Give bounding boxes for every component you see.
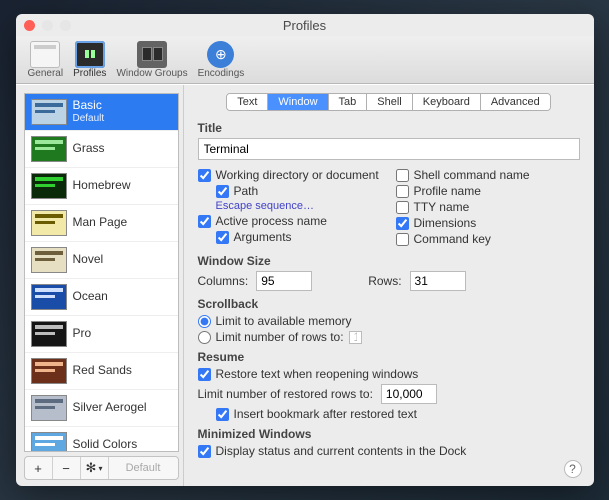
profile-thumb-icon	[31, 210, 67, 236]
title-input[interactable]	[198, 138, 580, 160]
profile-item-man-page[interactable]: Man Page	[25, 205, 178, 242]
profile-item-ocean[interactable]: Ocean	[25, 279, 178, 316]
preferences-window: Profiles General Profiles Window Groups …	[16, 14, 594, 486]
chk-shell-command[interactable]: Shell command name	[396, 168, 580, 182]
profile-item-basic[interactable]: BasicDefault	[25, 94, 178, 131]
profile-label: Novel	[73, 253, 104, 267]
chk-path[interactable]: Path	[216, 184, 382, 198]
profile-sublabel: Default	[73, 113, 105, 125]
profiles-icon	[75, 41, 105, 68]
chk-restore-text[interactable]: Restore text when reopening windows	[198, 367, 580, 381]
section-heading-window-size: Window Size	[198, 254, 580, 268]
toolbar-encodings[interactable]: ⊕ Encodings	[194, 39, 249, 81]
chk-command-key[interactable]: Command key	[396, 232, 580, 246]
toolbar-label: Window Groups	[116, 68, 187, 79]
profile-item-pro[interactable]: Pro	[25, 316, 178, 353]
escape-sequence-link[interactable]: Escape sequence…	[216, 200, 382, 212]
profile-label: Grass	[73, 142, 105, 156]
tab-shell[interactable]: Shell	[367, 94, 412, 110]
profile-label: Solid Colors	[73, 438, 138, 452]
profile-thumb-icon	[31, 136, 67, 162]
tab-text[interactable]: Text	[227, 94, 268, 110]
section-heading-minimized: Minimized Windows	[198, 427, 580, 441]
profile-tabs: TextWindowTabShellKeyboardAdvanced	[198, 93, 580, 111]
chk-profile-name[interactable]: Profile name	[396, 184, 580, 198]
profile-thumb-icon	[31, 247, 67, 273]
profile-label: Ocean	[73, 290, 108, 304]
chk-dock-status[interactable]: Display status and current contents in t…	[198, 444, 580, 458]
chk-active-process[interactable]: Active process name	[198, 214, 382, 228]
radio-limit-memory[interactable]: Limit to available memory	[198, 314, 580, 328]
toolbar-label: Encodings	[198, 68, 245, 79]
profile-label: BasicDefault	[73, 99, 105, 124]
profile-item-homebrew[interactable]: Homebrew	[25, 168, 178, 205]
profile-label: Man Page	[73, 216, 128, 230]
chk-dimensions[interactable]: Dimensions	[396, 216, 580, 230]
toolbar-label: Profiles	[73, 68, 106, 79]
set-default-button[interactable]: Default	[109, 457, 178, 479]
tab-segment: TextWindowTabShellKeyboardAdvanced	[226, 93, 551, 111]
section-heading-title: Title	[198, 121, 580, 135]
rows-label: Rows:	[368, 274, 401, 288]
profile-thumb-icon	[31, 358, 67, 384]
profile-thumb-icon	[31, 321, 67, 347]
profile-label: Homebrew	[73, 179, 131, 193]
profile-item-grass[interactable]: Grass	[25, 131, 178, 168]
profile-item-solid-colors[interactable]: Solid Colors	[25, 427, 178, 452]
globe-icon: ⊕	[207, 41, 234, 68]
tab-tab[interactable]: Tab	[329, 94, 368, 110]
profile-thumb-icon	[31, 395, 67, 421]
toolbar-profiles[interactable]: Profiles	[69, 39, 110, 81]
toolbar-general[interactable]: General	[24, 39, 68, 81]
preferences-toolbar: General Profiles Window Groups ⊕ Encodin…	[16, 36, 594, 84]
remove-profile-button[interactable]: −	[53, 457, 81, 479]
section-heading-resume: Resume	[198, 350, 580, 364]
columns-label: Columns:	[198, 274, 249, 288]
tab-window[interactable]: Window	[268, 94, 328, 110]
profile-label: Silver Aerogel	[73, 401, 147, 415]
sidebar: BasicDefault Grass Homebrew Man Page Novel Oc…	[16, 85, 184, 486]
window-title: Profiles	[16, 18, 594, 33]
main-panel: TextWindowTabShellKeyboardAdvanced Title…	[184, 85, 594, 486]
profile-item-red-sands[interactable]: Red Sands	[25, 353, 178, 390]
profile-label: Pro	[73, 327, 92, 341]
tab-advanced[interactable]: Advanced	[481, 94, 550, 110]
toolbar-label: General	[28, 68, 64, 79]
chk-arguments[interactable]: Arguments	[216, 230, 382, 244]
titlebar[interactable]: Profiles	[16, 14, 594, 36]
scrollback-rows-input	[349, 331, 362, 344]
content: BasicDefault Grass Homebrew Man Page Novel Oc…	[16, 84, 594, 486]
profile-thumb-icon	[31, 284, 67, 310]
profile-actions-menu[interactable]: ✻	[81, 457, 109, 479]
window-groups-icon	[137, 41, 167, 68]
toolbar-window-groups[interactable]: Window Groups	[112, 39, 191, 81]
profile-thumb-icon	[31, 432, 67, 452]
profile-thumb-icon	[31, 99, 67, 125]
section-heading-scrollback: Scrollback	[198, 297, 580, 311]
profile-item-novel[interactable]: Novel	[25, 242, 178, 279]
chk-insert-bookmark[interactable]: Insert bookmark after restored text	[216, 407, 580, 421]
radio-limit-rows[interactable]: Limit number of rows to:	[198, 330, 580, 344]
rows-input[interactable]	[410, 271, 466, 291]
profile-thumb-icon	[31, 173, 67, 199]
profile-item-silver-aerogel[interactable]: Silver Aerogel	[25, 390, 178, 427]
profile-label: Red Sands	[73, 364, 132, 378]
sidebar-toolbar: + − ✻ Default	[24, 456, 179, 480]
restore-limit-label: Limit number of restored rows to:	[198, 387, 373, 401]
chk-tty-name[interactable]: TTY name	[396, 200, 580, 214]
general-icon	[30, 41, 60, 68]
columns-input[interactable]	[256, 271, 312, 291]
profile-list[interactable]: BasicDefault Grass Homebrew Man Page Novel Oc…	[24, 93, 179, 452]
help-button[interactable]: ?	[564, 460, 582, 478]
add-profile-button[interactable]: +	[25, 457, 53, 479]
restore-limit-input[interactable]	[381, 384, 437, 404]
chk-working-directory[interactable]: Working directory or document	[198, 168, 382, 182]
tab-keyboard[interactable]: Keyboard	[413, 94, 481, 110]
